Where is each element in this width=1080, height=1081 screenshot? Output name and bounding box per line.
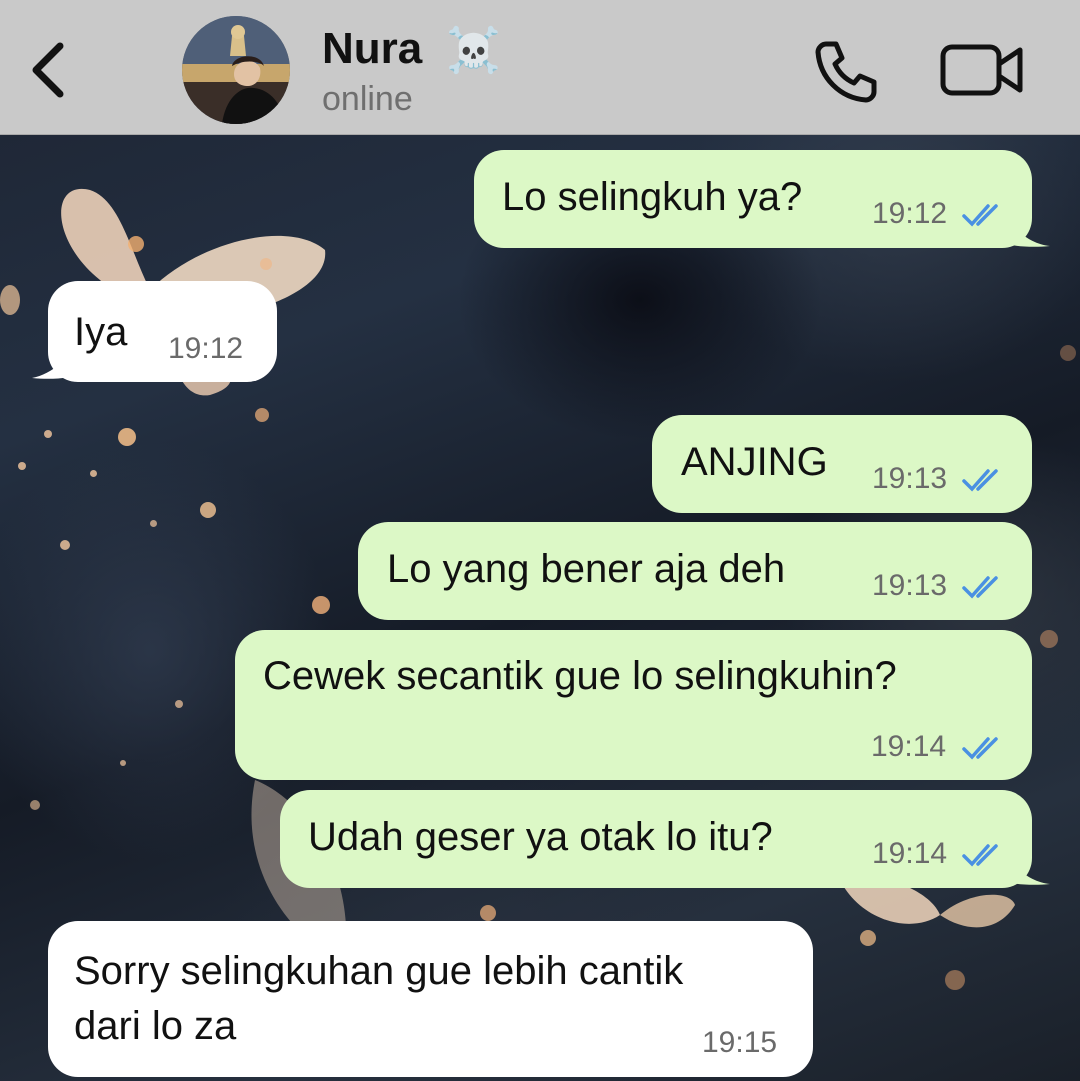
- bokeh-light: [480, 905, 496, 921]
- bokeh-light: [1060, 345, 1076, 361]
- skull-crossbones-icon: ☠️: [446, 26, 501, 75]
- message-time: 19:13: [872, 462, 948, 495]
- message-text: Udah geser ya otak lo itu?: [308, 815, 773, 859]
- bokeh-light: [118, 428, 136, 446]
- bokeh-light: [60, 540, 70, 550]
- voice-call-icon[interactable]: [812, 38, 878, 104]
- read-ticks-icon: [962, 576, 998, 599]
- message-text-line-2: dari lo za: [74, 1004, 237, 1048]
- bokeh-light: [260, 258, 272, 270]
- bokeh-light: [255, 408, 269, 422]
- bokeh-light: [44, 430, 52, 438]
- message-text: Lo yang bener aja deh: [387, 547, 786, 591]
- message-text: Lo selingkuh ya?: [502, 175, 803, 219]
- chat-header: Nura ☠️ online: [0, 0, 1080, 135]
- contact-status: online: [322, 80, 413, 118]
- bokeh-light: [945, 970, 965, 990]
- read-ticks-icon: [962, 737, 998, 760]
- read-ticks-icon: [962, 469, 998, 492]
- message-time: 19:12: [872, 197, 948, 230]
- bokeh-light: [18, 462, 26, 470]
- message-time: 19:15: [702, 1026, 778, 1059]
- read-ticks-icon: [962, 844, 998, 867]
- bokeh-light: [90, 470, 97, 477]
- message-text: Iya: [74, 310, 128, 354]
- avatar-photo: [182, 16, 290, 124]
- bokeh-light: [175, 700, 183, 708]
- bokeh-light: [1040, 630, 1058, 648]
- bokeh-light: [860, 930, 876, 946]
- bokeh-light: [312, 596, 330, 614]
- bokeh-light: [120, 760, 126, 766]
- bokeh-light: [150, 520, 157, 527]
- message-text-line-1: Sorry selingkuhan gue lebih cantik: [74, 949, 684, 993]
- back-chevron-icon[interactable]: [28, 40, 68, 100]
- message-bubble: [48, 921, 813, 1077]
- message-time: 19:13: [872, 569, 948, 602]
- message-time: 19:14: [872, 837, 948, 870]
- contact-name[interactable]: Nura: [322, 24, 422, 74]
- bokeh-light: [200, 502, 216, 518]
- message-text: ANJING: [681, 440, 828, 484]
- message-time: 19:12: [168, 332, 244, 365]
- message-time: 19:14: [871, 730, 947, 763]
- bokeh-light: [30, 800, 40, 810]
- message-text: Cewek secantik gue lo selingkuhin?: [263, 654, 897, 698]
- read-ticks-icon: [962, 204, 998, 227]
- contact-avatar[interactable]: [182, 16, 290, 124]
- bokeh-light: [128, 236, 144, 252]
- video-call-icon[interactable]: [940, 44, 1024, 96]
- bokeh-light: [0, 285, 20, 315]
